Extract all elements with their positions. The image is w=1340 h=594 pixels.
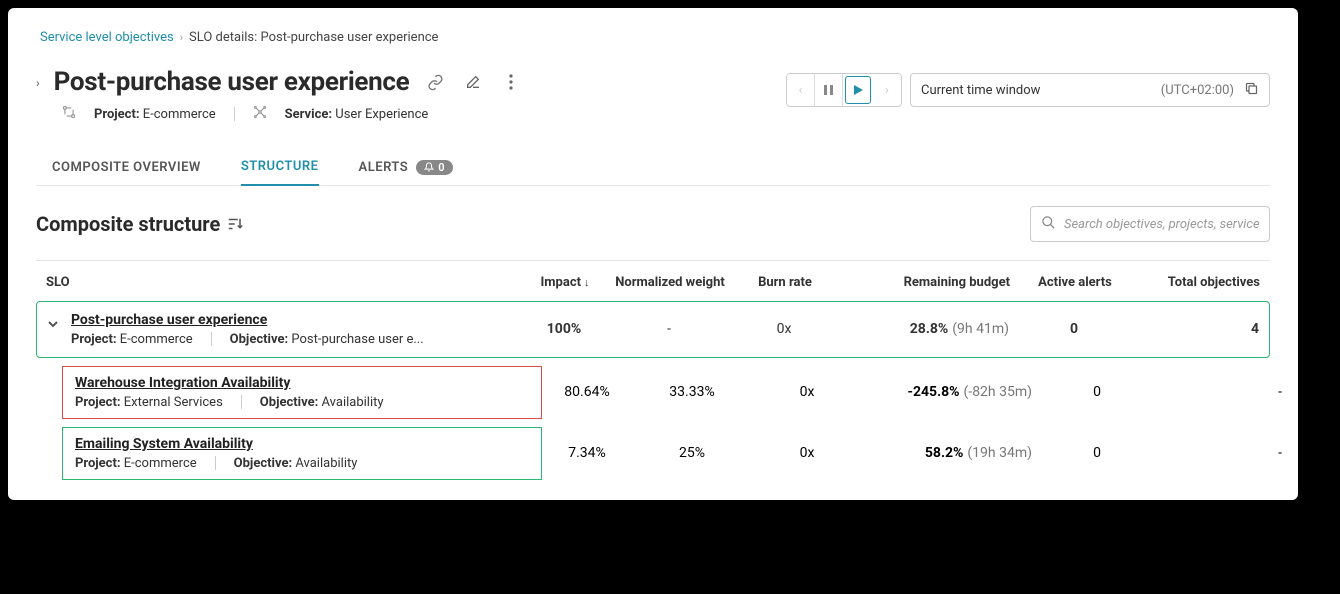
col-objectives[interactable]: Total objectives	[1140, 275, 1260, 291]
play-button[interactable]	[845, 76, 871, 104]
table-row-child[interactable]: Emailing System Availability Project: E-…	[62, 427, 1270, 480]
row-project-value: E-commerce	[124, 456, 197, 471]
service-label: Service:	[285, 107, 332, 122]
table-row-child[interactable]: Warehouse Integration Availability Proje…	[62, 366, 1270, 419]
slo-name-link[interactable]: Post-purchase user experience	[71, 312, 424, 328]
row-project-label: Project:	[75, 395, 121, 410]
alerts-badge-count: 0	[438, 161, 445, 174]
table-row-main[interactable]: Post-purchase user experience Project: E…	[36, 301, 1270, 358]
edit-icon[interactable]	[461, 70, 485, 94]
slo-name-link[interactable]: Emailing System Availability	[75, 436, 529, 452]
objectives-value: -	[1162, 445, 1282, 461]
tabs: COMPOSITE OVERVIEW STRUCTURE ALERTS 0	[36, 149, 1270, 186]
search-input[interactable]	[1064, 217, 1259, 232]
separator	[234, 107, 235, 121]
sort-icon[interactable]	[228, 212, 243, 236]
remaining-sub: (-82h 35m)	[964, 384, 1032, 400]
search-icon	[1041, 215, 1056, 234]
col-remaining[interactable]: Remaining budget	[840, 275, 1010, 291]
breadcrumb: Service level objectives › SLO details: …	[40, 30, 1270, 45]
remaining-value: 28.8%	[910, 321, 949, 337]
remaining-sub: (9h 41m)	[952, 321, 1009, 337]
remaining-sub: (19h 34m)	[967, 445, 1032, 461]
col-alerts[interactable]: Active alerts	[1010, 275, 1140, 290]
burn-value: 0x	[729, 321, 839, 337]
col-slo[interactable]: SLO	[46, 275, 520, 290]
impact-value: 80.64%	[542, 384, 632, 400]
row-project-label: Project:	[71, 332, 117, 347]
burn-value: 0x	[752, 384, 862, 400]
page-title: Post-purchase user experience	[54, 67, 410, 97]
project-value: E-commerce	[143, 107, 216, 122]
objectives-value: 4	[1251, 321, 1259, 337]
sort-down-icon: ↓	[584, 276, 590, 289]
normalized-value: -	[609, 321, 729, 337]
expand-toggle-icon[interactable]	[47, 318, 61, 334]
row-objective-value: Availability	[295, 456, 357, 471]
col-impact[interactable]: Impact↓	[520, 275, 610, 290]
time-window-label: Current time window	[921, 83, 1040, 98]
impact-value: 7.34%	[542, 445, 632, 461]
breadcrumb-root-link[interactable]: Service level objectives	[40, 30, 174, 45]
project-label: Project:	[94, 107, 140, 122]
link-icon[interactable]	[423, 70, 447, 94]
alerts-value: 0	[1032, 384, 1162, 400]
section-title: Composite structure	[36, 212, 243, 236]
row-objective-value: Availability	[322, 395, 384, 410]
breadcrumb-current: SLO details: Post-purchase user experien…	[189, 30, 438, 45]
normalized-value: 33.33%	[632, 384, 752, 400]
alerts-badge: 0	[416, 160, 453, 175]
separator	[211, 332, 212, 346]
tab-alerts[interactable]: ALERTS 0	[359, 150, 454, 185]
table-header: SLO Impact↓ Normalized weight Burn rate …	[36, 261, 1270, 299]
alerts-value: 0	[1032, 445, 1162, 461]
remaining-value: -245.8%	[907, 384, 959, 400]
timezone: (UTC+02:00)	[1161, 83, 1234, 98]
row-project-value: External Services	[124, 395, 223, 410]
service-icon	[253, 105, 267, 123]
time-window-display[interactable]: Current time window (UTC+02:00)	[910, 73, 1270, 107]
row-project-label: Project:	[75, 456, 121, 471]
playback-controls: ‹ ›	[786, 73, 902, 107]
burn-value: 0x	[752, 445, 862, 461]
col-burn[interactable]: Burn rate	[730, 275, 840, 290]
copy-icon[interactable]	[1244, 81, 1259, 100]
impact-value: 100%	[547, 321, 581, 337]
remaining-value: 58.2%	[925, 445, 964, 461]
chevron-right-icon: ›	[180, 31, 183, 44]
separator	[241, 395, 242, 409]
tab-alerts-label: ALERTS	[359, 160, 409, 175]
collapse-caret-icon[interactable]: ›	[36, 76, 40, 90]
more-menu-icon[interactable]	[499, 70, 523, 94]
alerts-value: 0	[1070, 321, 1078, 337]
search-box[interactable]	[1030, 206, 1270, 242]
row-objective-label: Objective:	[234, 456, 292, 471]
tab-structure[interactable]: STRUCTURE	[241, 149, 319, 186]
objectives-value: -	[1162, 384, 1282, 400]
service-value: User Experience	[335, 107, 428, 122]
tab-overview[interactable]: COMPOSITE OVERVIEW	[52, 150, 201, 185]
slo-name-link[interactable]: Warehouse Integration Availability	[75, 375, 529, 391]
pause-button[interactable]	[815, 74, 843, 106]
project-icon	[62, 105, 76, 123]
row-objective-label: Objective:	[260, 395, 318, 410]
col-normalized[interactable]: Normalized weight	[610, 275, 730, 291]
row-objective-label: Objective:	[230, 332, 288, 347]
separator	[215, 456, 216, 470]
normalized-value: 25%	[632, 445, 752, 461]
prev-button[interactable]: ‹	[787, 74, 815, 106]
next-button[interactable]: ›	[873, 74, 901, 106]
row-project-value: E-commerce	[120, 332, 193, 347]
row-objective-value: Post-purchase user e...	[291, 332, 423, 347]
